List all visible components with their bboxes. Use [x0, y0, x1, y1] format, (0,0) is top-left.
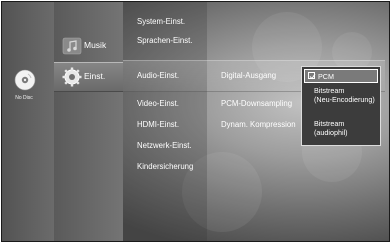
dropdown-option-pcm[interactable]: PCM	[304, 69, 378, 83]
audio-option-pcm-downsampling[interactable]: PCM-Downsampling	[221, 99, 292, 108]
menu-item-system-einst[interactable]: System-Einst.	[137, 17, 185, 26]
settings-gear-icon	[62, 67, 82, 87]
dropdown-option-bitstream-neu[interactable]: Bitstream	[314, 86, 344, 95]
menu-item-kindersicherung[interactable]: Kindersicherung	[137, 162, 193, 171]
dropdown-option-label: PCM	[318, 72, 334, 81]
music-note-icon	[62, 37, 82, 55]
nav-item-label: Musik	[84, 40, 107, 50]
disc-icon	[14, 69, 36, 91]
nav-item-label: Einst.	[84, 71, 106, 81]
menu-item-netzwerk-einst[interactable]: Netzwerk-Einst.	[137, 141, 192, 150]
digital-output-dropdown[interactable]: PCM Bitstream (Neu-Encodierung) Bitstrea…	[301, 66, 381, 146]
nav-item-einst[interactable]: Einst.	[54, 62, 123, 92]
dropdown-option-sublabel: (audiophil)	[314, 128, 348, 137]
checkbox-checked-icon	[308, 72, 316, 80]
menu-item-video-einst[interactable]: Video-Einst.	[137, 99, 179, 108]
menu-screen: No Disc Musik Einst. System-Einst. Sprac…	[1, 1, 390, 242]
disc-status-label: No Disc	[15, 95, 33, 101]
menu-item-hdmi-einst[interactable]: HDMI-Einst.	[137, 120, 179, 129]
disc-status-panel	[2, 2, 54, 241]
audio-option-dynam-kompression[interactable]: Dynam. Kompression	[221, 120, 296, 129]
audio-option-digital-ausgang[interactable]: Digital-Ausgang	[221, 71, 276, 80]
nav-item-musik[interactable]: Musik	[54, 32, 123, 60]
menu-item-audio-einst[interactable]: Audio-Einst.	[137, 71, 179, 80]
dropdown-option-sublabel: (Neu-Encodierung)	[314, 95, 375, 104]
menu-item-sprachen-einst[interactable]: Sprachen-Einst.	[137, 36, 192, 45]
dropdown-option-bitstream-audiophil[interactable]: Bitstream	[314, 119, 344, 128]
